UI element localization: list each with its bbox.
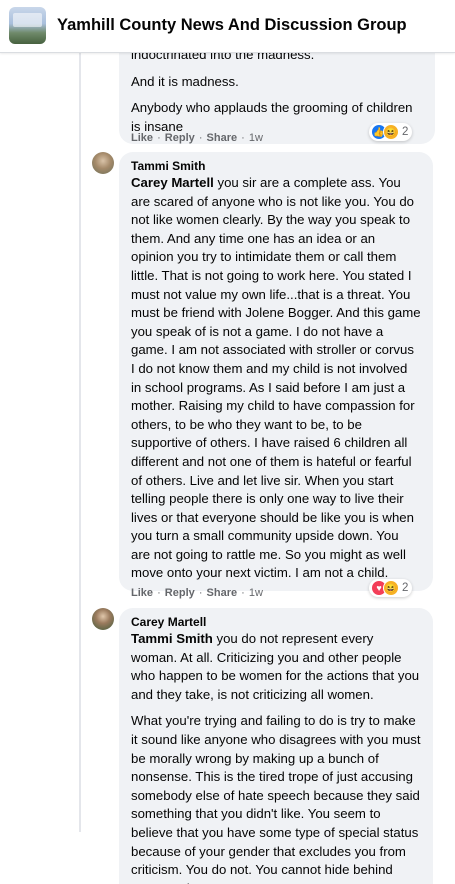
share-link[interactable]: Share [207,587,238,599]
comment-feed: indoctrinated into the madness. And it i… [0,52,455,884]
mention-link[interactable]: Tammi Smith [131,631,213,646]
reply-link[interactable]: Reply [165,132,195,144]
like-link[interactable]: Like [131,587,153,599]
comment-timestamp[interactable]: 1w [249,587,263,599]
mention-link[interactable]: Carey Martell [131,175,214,190]
reaction-summary[interactable]: 👍 😆 2 [369,123,413,141]
comment-bubble: Carey Martell Tammi Smith you do not rep… [119,608,433,884]
comment-text: indoctrinated into the madness. [131,52,315,62]
comment-actions: Like · Reply · Share · 1w [131,587,263,599]
group-header: Yamhill County News And Discussion Group [0,0,455,53]
like-link[interactable]: Like [131,132,153,144]
comment-text: Tammi Smith you do not represent every w… [131,631,420,702]
avatar[interactable] [92,608,114,630]
reaction-count: 2 [402,126,409,138]
thread-line [79,52,81,832]
haha-icon: 😆 [383,580,399,596]
avatar[interactable] [92,152,114,174]
haha-icon: 😆 [383,124,399,140]
comment-text: What you're trying and failing to do is … [131,713,421,884]
reaction-summary[interactable]: ♥ 😆 2 [369,579,413,597]
comment-actions: Like · Reply · Share · 1w [131,132,263,144]
comment-timestamp[interactable]: 1w [249,132,263,144]
reply-link[interactable]: Reply [165,587,195,599]
reaction-count: 2 [402,582,409,594]
comment-text: Carey Martell you sir are a complete ass… [131,175,421,581]
comment-text: And it is madness. [131,73,239,89]
comment-author[interactable]: Carey Martell [131,614,421,630]
comment-author[interactable]: Tammi Smith [131,158,421,174]
group-cover-thumbnail[interactable] [9,7,46,44]
comment-bubble: Tammi Smith Carey Martell you sir are a … [119,152,433,592]
share-link[interactable]: Share [207,132,238,144]
group-name[interactable]: Yamhill County News And Discussion Group [57,16,407,35]
